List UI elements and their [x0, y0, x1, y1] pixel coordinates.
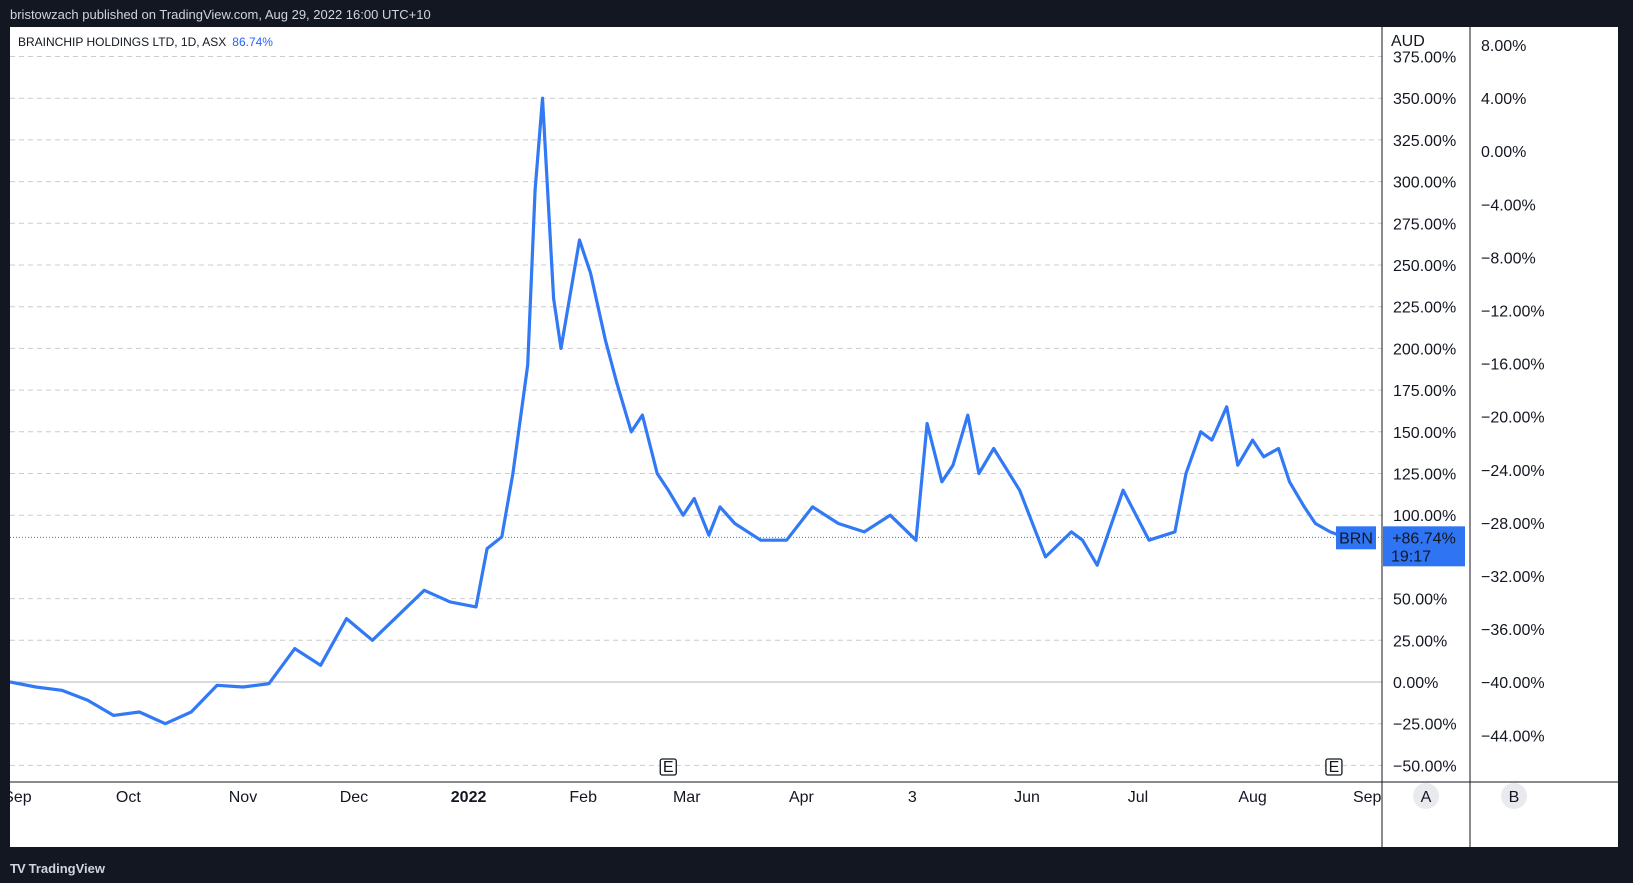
- x-tick: Oct: [116, 789, 141, 806]
- y-tick-right: 0.00%: [1481, 144, 1526, 161]
- earnings-marker[interactable]: E: [659, 758, 677, 776]
- publisher-line: bristowzach published on TradingView.com…: [10, 7, 431, 22]
- y-tick-right: −4.00%: [1481, 197, 1536, 214]
- y-tick-left: 325.00%: [1393, 133, 1456, 150]
- earnings-marker-label: E: [663, 759, 674, 776]
- earnings-marker[interactable]: E: [1325, 758, 1343, 776]
- tradingview-brand: TradingView: [28, 860, 105, 876]
- y-tick-left: −25.00%: [1393, 717, 1457, 734]
- y-tick-left: 275.00%: [1393, 216, 1456, 233]
- y-tick-left: 250.00%: [1393, 258, 1456, 275]
- y-tick-left: 225.00%: [1393, 300, 1456, 317]
- price-tag-value: +86.74%: [1392, 530, 1456, 547]
- y-tick-right: −16.00%: [1481, 357, 1545, 374]
- price-chart[interactable]: 375.00%350.00%325.00%300.00%275.00%250.0…: [10, 27, 1618, 847]
- x-tick: Aug: [1238, 789, 1266, 806]
- y-tick-left: 200.00%: [1393, 341, 1456, 358]
- x-tick: Sep: [1353, 789, 1382, 806]
- x-tick: Feb: [569, 789, 597, 806]
- symbol-tag-label: BRN: [1339, 530, 1373, 547]
- x-tick: Sep: [10, 789, 32, 806]
- x-tick: Dec: [340, 789, 368, 806]
- legend-change: 86.74%: [232, 35, 273, 49]
- y-tick-right: −28.00%: [1481, 516, 1545, 533]
- symbol-legend[interactable]: BRAINCHIP HOLDINGS LTD, 1D, ASX 86.74%: [18, 35, 273, 49]
- y-tick-left: 125.00%: [1393, 467, 1456, 484]
- x-tick: Apr: [789, 789, 815, 806]
- x-tick: Jun: [1014, 789, 1040, 806]
- y-tick-left: 25.00%: [1393, 633, 1447, 650]
- y-tick-left: 375.00%: [1393, 50, 1456, 67]
- y-tick-left: 0.00%: [1393, 675, 1438, 692]
- y-tick-left: −50.00%: [1393, 758, 1457, 775]
- x-tick: Nov: [229, 789, 257, 806]
- y-tick-right: −8.00%: [1481, 250, 1536, 267]
- currency-label: AUD: [1391, 33, 1425, 50]
- y-tick-right: −12.00%: [1481, 304, 1545, 321]
- tradingview-logo-icon: TV: [10, 860, 26, 876]
- y-tick-left: 100.00%: [1393, 508, 1456, 525]
- x-tick: 3: [908, 789, 917, 806]
- y-tick-right: 4.00%: [1481, 91, 1526, 108]
- scale-button-a[interactable]: A: [1413, 783, 1439, 809]
- symbol-info: BRAINCHIP HOLDINGS LTD, 1D, ASX: [18, 35, 227, 49]
- chart-area[interactable]: 375.00% 350.00% 325.00% 300.00% 275.00% 250.0…: [10, 27, 1618, 847]
- scale-button-label: A: [1421, 789, 1432, 806]
- scale-button-label: B: [1509, 789, 1520, 806]
- y-tick-right: −40.00%: [1481, 675, 1545, 692]
- tradingview-footer[interactable]: TV TradingView: [10, 858, 105, 878]
- y-tick-right: −44.00%: [1481, 728, 1545, 745]
- y-tick-left: 150.00%: [1393, 425, 1456, 442]
- y-tick-right: 8.00%: [1481, 38, 1526, 55]
- scale-button-b[interactable]: B: [1501, 783, 1527, 809]
- x-tick: Mar: [673, 789, 701, 806]
- y-tick-left: 350.00%: [1393, 91, 1456, 108]
- y-tick-right: −36.00%: [1481, 622, 1545, 639]
- symbol-tag: BRN: [1336, 526, 1376, 550]
- y-tick-right: −24.00%: [1481, 463, 1545, 480]
- y-tick-left: 50.00%: [1393, 592, 1447, 609]
- y-tick-right: −20.00%: [1481, 410, 1545, 427]
- x-tick: 2022: [451, 789, 487, 806]
- price-line: [10, 96, 1346, 726]
- y-tick-left: 175.00%: [1393, 383, 1456, 400]
- y-tick-right: −32.00%: [1481, 569, 1545, 586]
- y-tick-left: 300.00%: [1393, 175, 1456, 192]
- earnings-marker-label: E: [1329, 759, 1340, 776]
- price-tag: +86.74%19:17: [1383, 526, 1465, 567]
- x-tick: Jul: [1128, 789, 1148, 806]
- price-tag-countdown: 19:17: [1391, 548, 1431, 565]
